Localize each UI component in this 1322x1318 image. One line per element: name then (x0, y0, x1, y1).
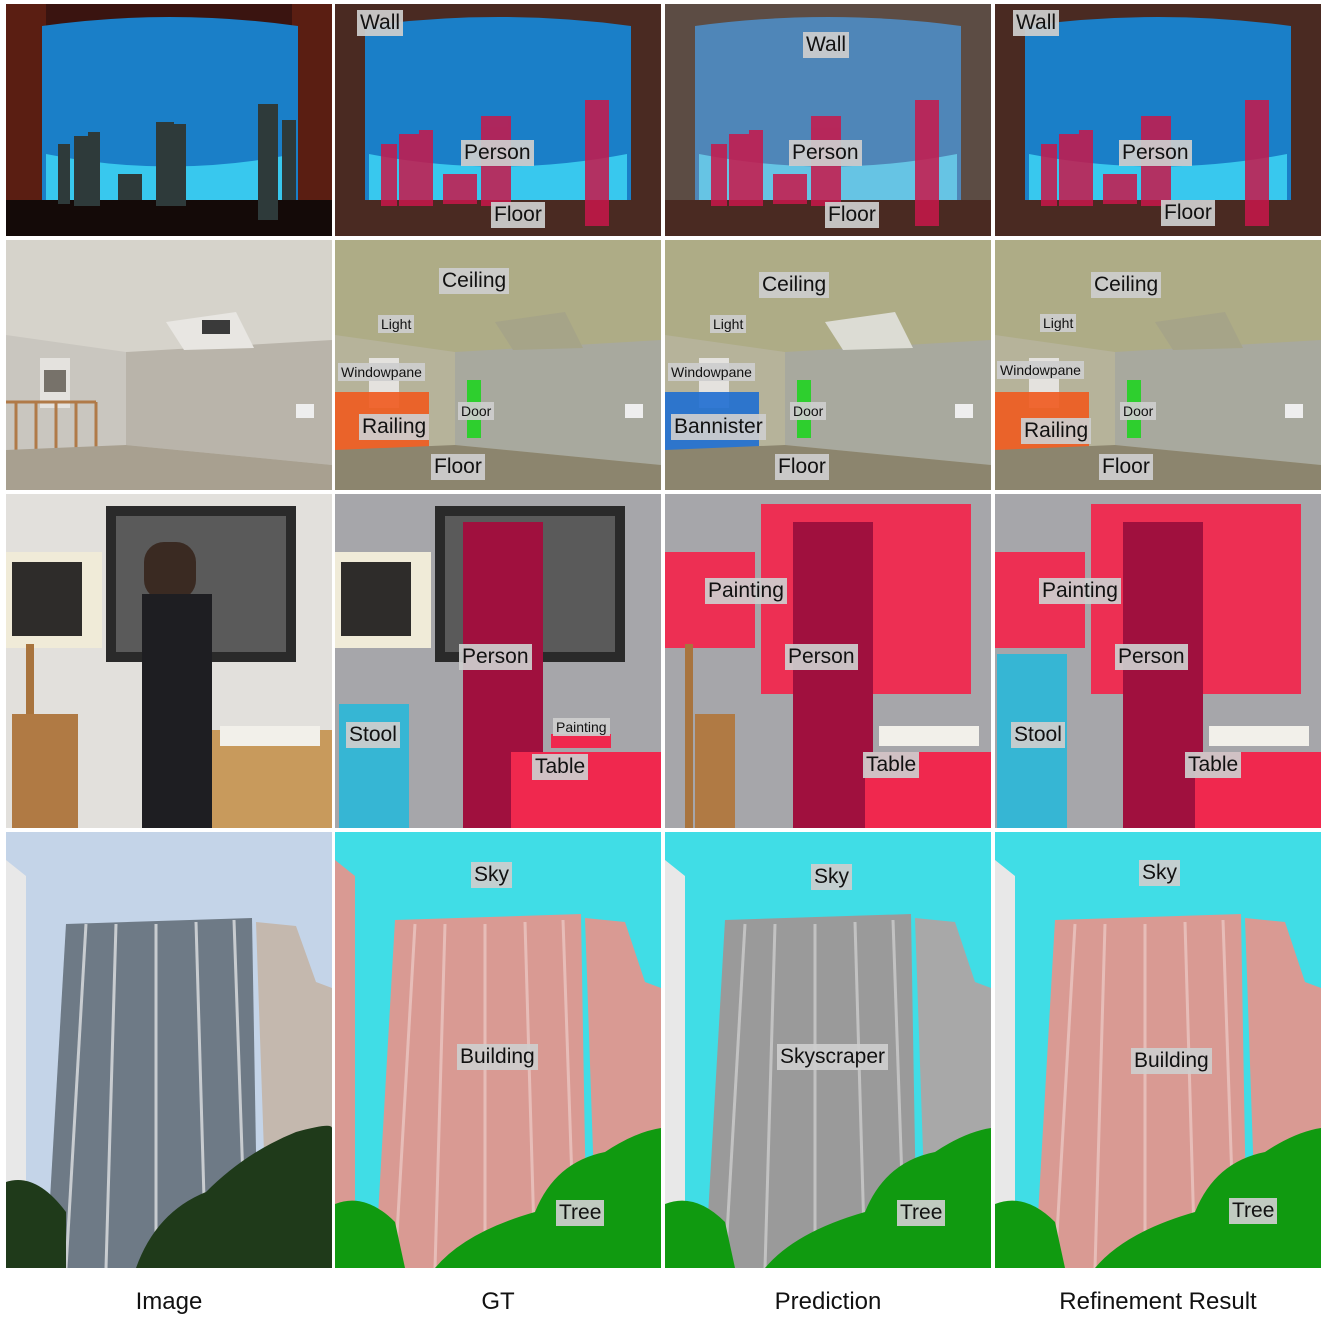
gt-label-person: Person (459, 644, 532, 671)
row2-prediction: Ceiling Light Windowpane Bannister Door … (665, 240, 991, 490)
ref-label-building: Building (1131, 1048, 1212, 1075)
ref-label-person: Person (1115, 644, 1188, 671)
pred-label-sky: Sky (811, 864, 853, 891)
aquarium-refinement-mask (995, 4, 1321, 236)
gt-label-door: Door (458, 402, 495, 421)
row3-image (6, 494, 332, 828)
gt-label-building: Building (457, 1044, 538, 1071)
pred-label-person: Person (785, 644, 858, 671)
pred-label-windowpane: Windowpane (668, 363, 755, 382)
ref-label-railing: Railing (1021, 418, 1092, 445)
gt-label-light: Light (378, 315, 415, 334)
row2-refinement: Ceiling Light Windowpane Railing Door Fl… (995, 240, 1321, 490)
row2-gt: Ceiling Light Windowpane Railing Door Fl… (335, 240, 661, 490)
caption-gt: GT (481, 1288, 515, 1315)
ref-label-floor: Floor (1099, 454, 1153, 481)
aquarium-photo (6, 4, 332, 236)
gt-label-painting: Painting (553, 718, 610, 737)
ref-label-person: Person (1119, 140, 1192, 167)
row4-prediction: Sky Skyscraper Tree (665, 832, 991, 1268)
pred-label-light: Light (710, 315, 747, 334)
ref-label-ceiling: Ceiling (1091, 272, 1162, 299)
ref-label-tree: Tree (1229, 1198, 1278, 1225)
caption-prediction: Prediction (774, 1288, 882, 1315)
gt-label-floor: Floor (431, 454, 485, 481)
pred-label-tree: Tree (897, 1200, 946, 1227)
row2-image (6, 240, 332, 490)
row4-gt: Sky Building Tree (335, 832, 661, 1268)
row1-gt: Wall Person Floor (335, 4, 661, 236)
studio-photo (6, 494, 332, 828)
pred-label-door: Door (790, 402, 827, 421)
pred-label-floor: Floor (775, 454, 829, 481)
ref-label-windowpane: Windowpane (997, 361, 1084, 380)
pred-label-bannister: Bannister (671, 414, 766, 441)
gt-label-person: Person (461, 140, 534, 167)
pred-label-table: Table (863, 752, 920, 779)
row1-image (6, 4, 332, 236)
pred-label-floor: Floor (825, 202, 879, 229)
row3-prediction: Painting Person Table (665, 494, 991, 828)
gt-label-sky: Sky (471, 862, 513, 889)
ref-label-door: Door (1120, 402, 1157, 421)
caption-refinement: Refinement Result (1059, 1288, 1257, 1315)
row1-prediction: Wall Person Floor (665, 4, 991, 236)
ref-label-floor: Floor (1161, 200, 1215, 227)
row4-refinement: Sky Building Tree (995, 832, 1321, 1268)
ref-label-wall: Wall (1013, 10, 1060, 37)
row4-image (6, 832, 332, 1268)
gt-label-table: Table (532, 754, 589, 781)
gt-label-ceiling: Ceiling (439, 268, 510, 295)
pred-label-ceiling: Ceiling (759, 272, 830, 299)
pred-label-skyscraper: Skyscraper (777, 1044, 889, 1071)
gt-label-floor: Floor (491, 202, 545, 229)
ref-label-table: Table (1185, 752, 1242, 779)
row3-gt: Person Stool Painting Table (335, 494, 661, 828)
row3-refinement: Painting Person Stool Table (995, 494, 1321, 828)
attic-photo (6, 240, 332, 490)
row1-refinement: Wall Person Floor (995, 4, 1321, 236)
pred-label-person: Person (789, 140, 862, 167)
gt-label-stool: Stool (346, 722, 400, 749)
gt-label-tree: Tree (556, 1200, 605, 1227)
ref-label-light: Light (1040, 314, 1077, 333)
ref-label-painting: Painting (1039, 578, 1121, 605)
gt-label-wall: Wall (357, 10, 404, 37)
caption-image: Image (135, 1288, 203, 1315)
pred-label-wall: Wall (803, 32, 850, 59)
ref-label-sky: Sky (1139, 860, 1181, 887)
ref-label-stool: Stool (1011, 722, 1065, 749)
skyscraper-photo (6, 832, 332, 1268)
gt-label-windowpane: Windowpane (338, 363, 425, 382)
pred-label-painting: Painting (705, 578, 787, 605)
gt-label-railing: Railing (359, 414, 430, 441)
